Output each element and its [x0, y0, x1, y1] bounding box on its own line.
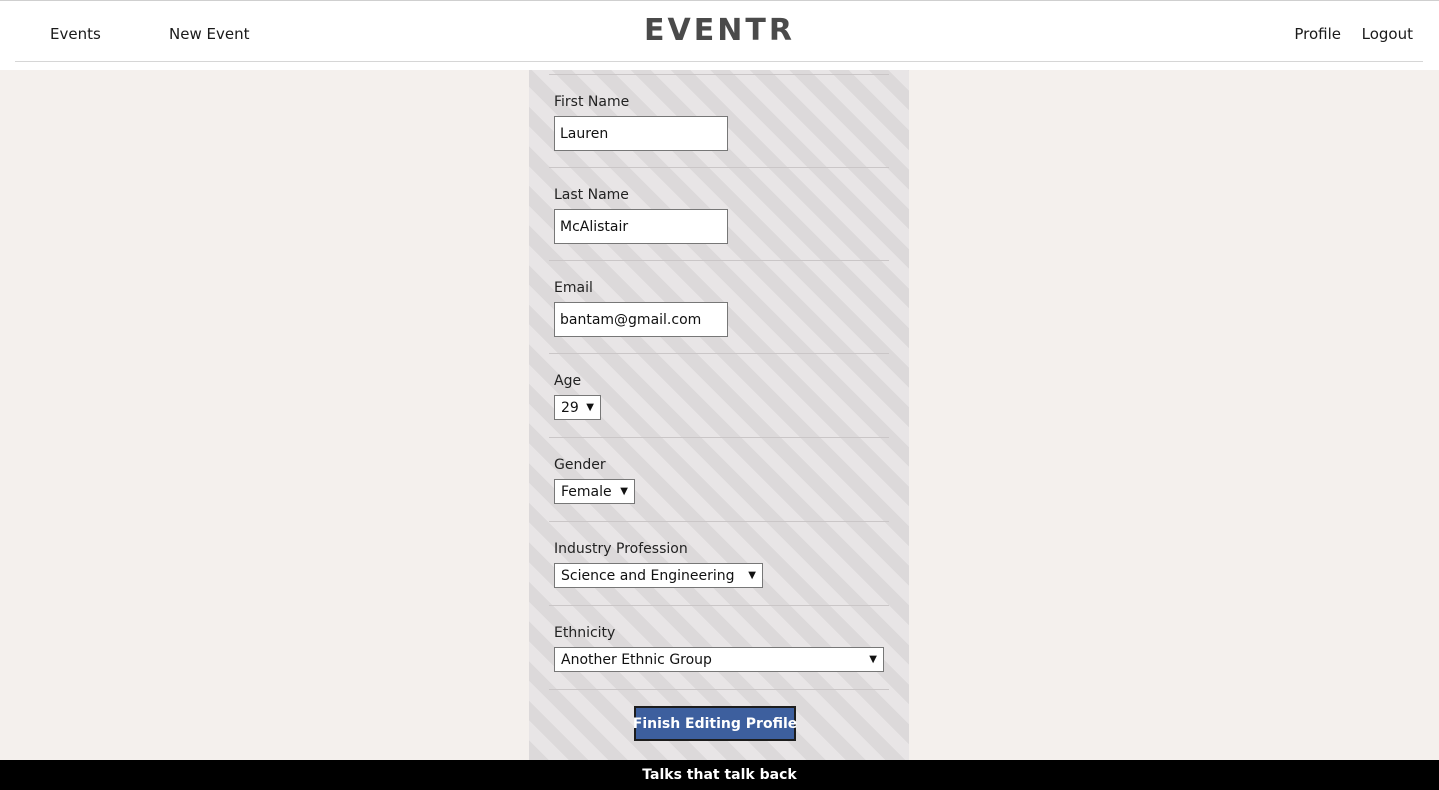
nav-link-logout[interactable]: Logout [1362, 25, 1413, 43]
last-name-label: Last Name [554, 187, 629, 203]
form-divider [549, 689, 889, 690]
form-divider [549, 74, 889, 75]
age-select-value: 29 [561, 399, 579, 416]
first-name-input[interactable] [554, 116, 728, 151]
gender-label: Gender [554, 457, 606, 473]
form-divider [549, 353, 889, 354]
ethnicity-label: Ethnicity [554, 625, 616, 641]
industry-profession-label: Industry Profession [554, 541, 688, 557]
footer-tagline: Talks that talk back [0, 760, 1439, 790]
top-navigation-bar: Events New Event EVENTR Profile Logout [0, 0, 1439, 70]
chevron-down-icon: ▼ [586, 402, 594, 413]
first-name-label: First Name [554, 94, 630, 110]
industry-profession-select[interactable]: Science and Engineering ▼ [554, 563, 763, 588]
chevron-down-icon: ▼ [748, 570, 756, 581]
chevron-down-icon: ▼ [869, 654, 877, 665]
form-divider [549, 437, 889, 438]
industry-select-value: Science and Engineering [561, 567, 735, 584]
gender-select[interactable]: Female ▼ [554, 479, 635, 504]
ethnicity-select-value: Another Ethnic Group [561, 651, 712, 668]
last-name-input[interactable] [554, 209, 728, 244]
email-input[interactable] [554, 302, 728, 337]
age-select[interactable]: 29 ▼ [554, 395, 601, 420]
app-logo[interactable]: EVENTR [0, 13, 1439, 48]
form-divider [549, 260, 889, 261]
ethnicity-select[interactable]: Another Ethnic Group ▼ [554, 647, 884, 672]
form-divider [549, 605, 889, 606]
email-label: Email [554, 280, 593, 296]
header-divider [15, 61, 1423, 62]
form-divider [549, 167, 889, 168]
age-label: Age [554, 373, 582, 389]
edit-profile-form: First Name Last Name Email Age 29 ▼ Gend… [529, 70, 909, 760]
finish-editing-profile-button[interactable]: Finish Editing Profile [633, 706, 797, 741]
gender-select-value: Female [561, 483, 612, 500]
nav-link-profile[interactable]: Profile [1294, 25, 1341, 43]
chevron-down-icon: ▼ [620, 486, 628, 497]
form-divider [549, 521, 889, 522]
